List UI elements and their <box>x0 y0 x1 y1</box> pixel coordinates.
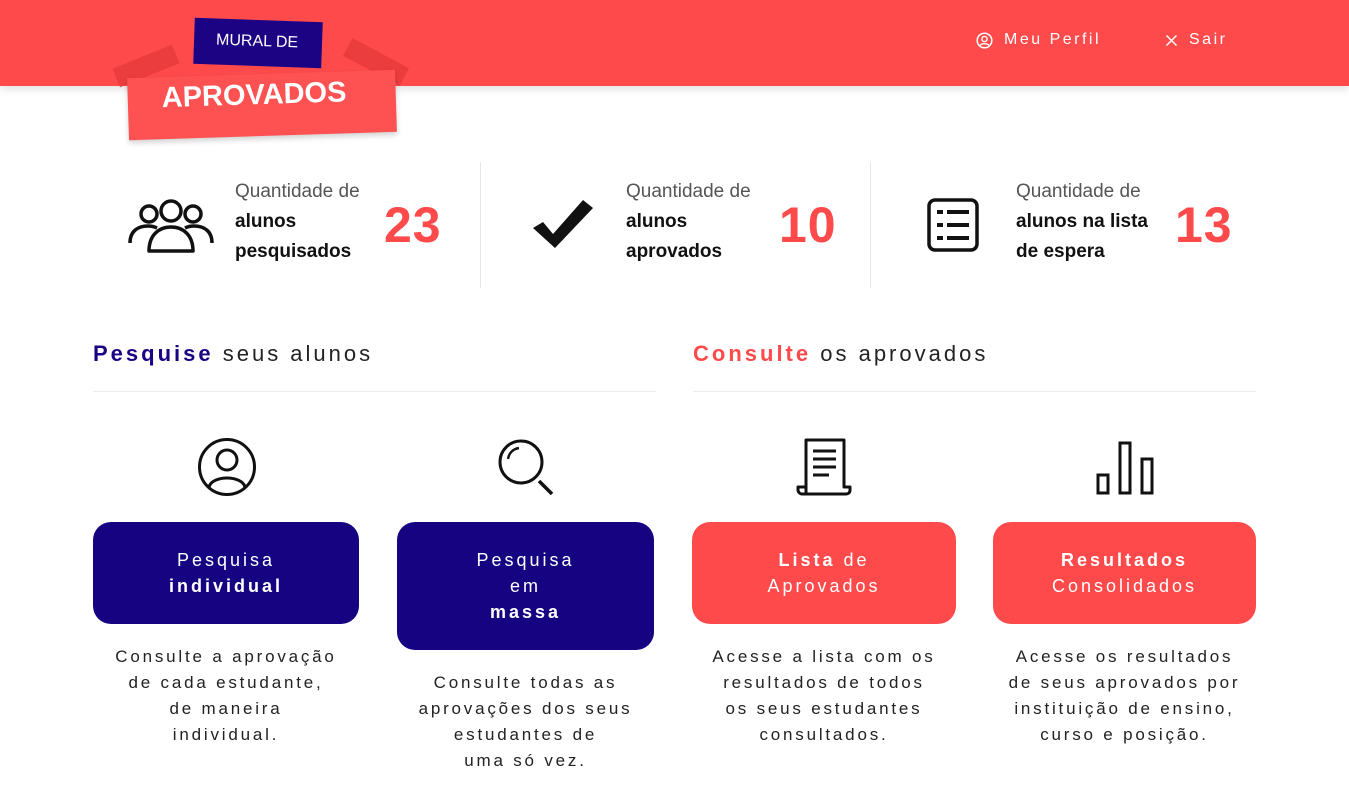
logout-link[interactable]: Sair <box>1165 31 1227 49</box>
app-logo[interactable]: APROVADOS MURAL DE <box>108 14 418 144</box>
approved-list-description: Acesse a lista com os resultados de todo… <box>682 644 966 748</box>
stat-approved-students: Quantidade de alunos aprovados 10 <box>480 162 870 288</box>
logo-top-text: MURAL DE <box>215 31 299 52</box>
section-title-consult: Consulte os aprovados <box>693 341 988 367</box>
section-divider <box>93 391 656 392</box>
description-line: curso e posição. <box>1040 725 1209 744</box>
button-line-bold: individual <box>168 576 283 596</box>
description-line: uma só vez. <box>464 751 587 770</box>
section-title-bold: Pesquise <box>93 341 214 366</box>
button-line-bold: massa <box>489 602 562 622</box>
description-line: resultados de todos <box>723 673 925 692</box>
button-line: Aprovados <box>767 576 881 596</box>
description-line: Acesse os resultados <box>1015 647 1234 666</box>
description-line: individual. <box>172 725 280 744</box>
description-line: de maneira <box>169 699 283 718</box>
button-line: Consolidados <box>1051 576 1198 596</box>
stat-text: Quantidade de alunos na lista de espera <box>1016 177 1176 267</box>
description-line: Acesse a lista com os <box>712 647 936 666</box>
document-scroll-icon <box>796 438 852 496</box>
stat-searched-students: Quantidade de alunos pesquisados 23 <box>90 162 480 288</box>
logo-main-label: APROVADOS <box>127 69 397 141</box>
stat-label: de espera <box>1016 241 1105 262</box>
individual-search-button[interactable]: Pesquisa individual <box>93 522 359 624</box>
stat-label: pesquisados <box>235 241 352 262</box>
description-line: Consulte todas as <box>433 673 618 692</box>
section-title-rest: seus alunos <box>213 341 374 366</box>
search-icon <box>498 439 554 496</box>
mass-search-description: Consulte todas as aprovações dos seus es… <box>390 670 661 774</box>
close-icon <box>1165 34 1178 46</box>
user-circle-icon <box>976 31 993 49</box>
button-line-bold: Lista <box>778 550 836 570</box>
description-line: consultados. <box>759 725 889 744</box>
consolidated-results-button[interactable]: Resultados Consolidados <box>993 522 1256 624</box>
stat-value: 23 <box>384 197 442 253</box>
stat-value: 10 <box>779 197 837 253</box>
stat-label: alunos <box>235 211 297 232</box>
stat-prefix: Quantidade de <box>235 181 360 202</box>
button-line: Pesquisa <box>476 550 575 570</box>
mass-search-button[interactable]: Pesquisa em massa <box>397 522 654 650</box>
approved-list-button[interactable]: Lista de Aprovados <box>692 522 956 624</box>
button-line: em <box>509 576 541 596</box>
section-title-search: Pesquise seus alunos <box>93 341 373 367</box>
stat-label: alunos <box>626 211 688 232</box>
stat-prefix: Quantidade de <box>1016 181 1141 202</box>
button-line: Pesquisa <box>176 550 276 570</box>
section-divider <box>693 391 1256 392</box>
stat-text: Quantidade de alunos aprovados <box>626 177 786 267</box>
individual-search-description: Consulte a aprovação de cada estudante, … <box>85 644 367 748</box>
logo-main-text: APROVADOS <box>161 76 347 115</box>
description-line: estudantes de <box>453 725 598 744</box>
bar-chart-icon <box>1096 441 1154 495</box>
description-line: de cada estudante, <box>128 673 324 692</box>
description-line: aprovações dos seus <box>418 699 633 718</box>
description-line: de seus aprovados por <box>1008 673 1241 692</box>
description-line: os seus estudantes <box>725 699 923 718</box>
profile-label: Meu Perfil <box>1004 31 1102 48</box>
profile-link[interactable]: Meu Perfil <box>976 31 1101 49</box>
button-line-suffix: de <box>835 550 870 570</box>
logout-label: Sair <box>1189 31 1228 48</box>
stat-prefix: Quantidade de <box>626 181 751 202</box>
stat-text: Quantidade de alunos pesquisados <box>235 177 395 267</box>
user-circle-icon <box>198 438 256 496</box>
consolidated-results-description: Acesse os resultados de seus aprovados p… <box>983 644 1266 748</box>
description-line: Consulte a aprovação <box>115 647 337 666</box>
description-line: instituição de ensino, <box>1014 699 1235 718</box>
button-line-bold: Resultados <box>1060 550 1189 570</box>
checkmark-icon <box>533 200 593 248</box>
section-title-rest: os aprovados <box>811 341 989 366</box>
group-icon <box>128 199 214 253</box>
button-line: Lista de <box>692 547 956 573</box>
logo-top-label: MURAL DE <box>193 17 323 69</box>
list-icon <box>927 198 979 252</box>
stat-waitlist-students: Quantidade de alunos na lista de espera … <box>870 162 1260 288</box>
stat-label: aprovados <box>626 241 723 262</box>
section-title-bold: Consulte <box>693 341 812 366</box>
stat-label: alunos na lista <box>1016 211 1148 232</box>
stat-value: 13 <box>1175 197 1233 253</box>
